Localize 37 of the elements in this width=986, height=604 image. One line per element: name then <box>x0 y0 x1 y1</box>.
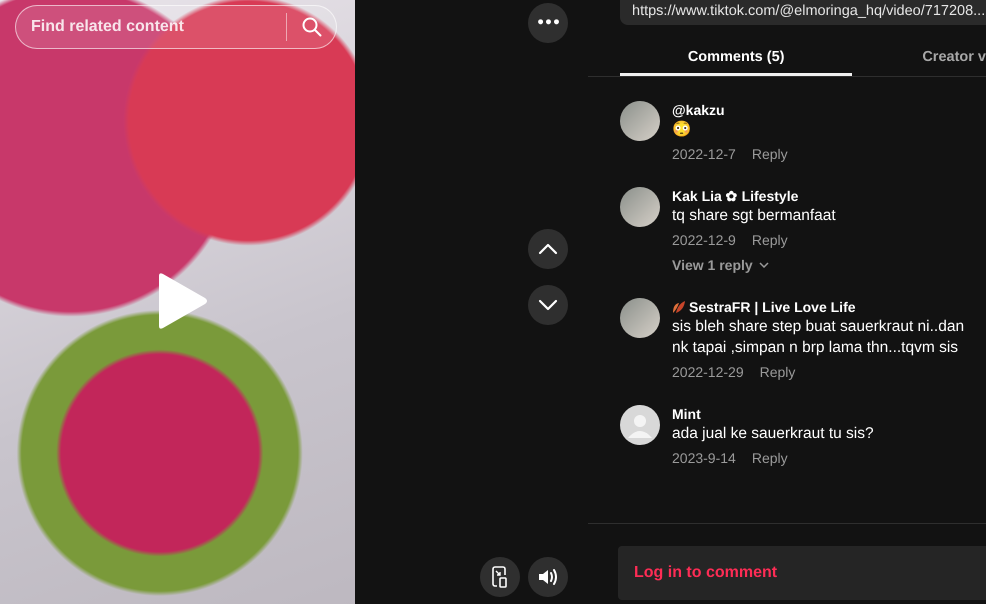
speaker-icon <box>537 567 559 587</box>
avatar-photo-placeholder[interactable] <box>620 101 660 141</box>
comment-author[interactable]: @kakzu <box>672 101 725 119</box>
next-video-button[interactable] <box>528 285 568 325</box>
comment-author[interactable]: Kak Lia ✿ Lifestyle <box>672 187 798 205</box>
panel-tab[interactable]: Creator v <box>922 40 986 76</box>
panel-tab[interactable]: Comments (5) <box>620 40 852 76</box>
search-icon[interactable] <box>302 17 322 37</box>
chevron-up-icon <box>538 243 558 255</box>
comment-text: 😳 <box>672 120 692 140</box>
avatar-photo-placeholder[interactable] <box>620 187 660 227</box>
reply-link[interactable]: Reply <box>752 450 788 466</box>
previous-video-button[interactable] <box>528 229 568 269</box>
comment-date: 2022-12-29 <box>672 364 744 380</box>
more-options-button[interactable]: ••• <box>528 3 568 43</box>
comment-text: sis bleh share step buat sauerkraut ni..dan nk tapai ,simpan n brp lama thn...tqvm sis <box>672 317 964 358</box>
picture-in-picture-icon <box>492 566 508 588</box>
chevron-down-icon <box>758 262 769 268</box>
reply-link[interactable]: Reply <box>752 232 788 248</box>
reply-link[interactable]: Reply <box>752 146 788 162</box>
comment-text: tq share sgt bermanfaat <box>672 206 836 226</box>
video-link-field[interactable]: https://www.tiktok.com/@elmoringa_hq/video/717208... <box>620 0 986 25</box>
comment-date: 2022-12-9 <box>672 232 736 248</box>
comment-author[interactable]: SestraFR | Live Love Life <box>689 298 856 316</box>
default-avatar[interactable] <box>620 405 660 445</box>
search-field[interactable]: Find related content <box>15 5 337 49</box>
comment-text: ada jual ke sauerkraut tu sis? <box>672 424 874 444</box>
avatar-photo-placeholder[interactable] <box>620 298 660 338</box>
reply-link[interactable]: Reply <box>760 364 796 380</box>
chevron-down-icon <box>538 299 558 311</box>
view-replies-link[interactable]: View 1 reply <box>672 257 769 273</box>
comment-date: 2022-12-7 <box>672 146 736 162</box>
login-to-comment-button[interactable]: Log in to comment <box>618 546 986 600</box>
floating-player-button[interactable] <box>480 557 520 597</box>
comment-author[interactable]: Mint <box>672 405 701 423</box>
volume-button[interactable] <box>528 557 568 597</box>
comment-date: 2023-9-14 <box>672 450 736 466</box>
